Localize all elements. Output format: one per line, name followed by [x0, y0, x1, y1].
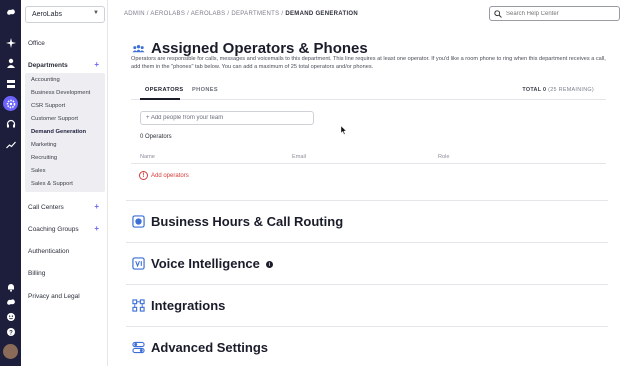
settings-sidebar: AeroLabs ▼ Office Departments + Accounti…	[21, 0, 108, 366]
operators-title: Assigned Operators & Phones	[151, 40, 368, 57]
person-icon[interactable]	[3, 55, 18, 70]
department-item[interactable]: Marketing	[25, 138, 105, 151]
total-label: TOTAL 0	[522, 87, 547, 93]
operators-tabs: OPERATORS PHONES TOTAL 0 (25 REMAINING)	[131, 84, 606, 100]
operators-count: 0 Operators	[140, 134, 172, 140]
column-email: Email	[292, 154, 306, 160]
section-title: Advanced Settings	[151, 340, 269, 355]
active-tab-indicator	[140, 98, 180, 100]
mouse-cursor-icon	[341, 126, 347, 135]
org-name: AeroLabs	[32, 11, 62, 18]
settings-gear-icon[interactable]	[3, 96, 18, 111]
department-item[interactable]: Customer Support	[25, 112, 105, 125]
column-name: Name	[140, 154, 155, 160]
tab-operators[interactable]: OPERATORS	[145, 87, 184, 93]
nav-item-privacy[interactable]: Privacy and Legal	[28, 293, 80, 300]
info-icon[interactable]: i	[265, 261, 273, 269]
chevron-down-icon: ▼	[93, 10, 99, 16]
app-icon-rail: ?	[0, 0, 21, 366]
section-voice-intelligence[interactable]: Voice Intelligence i	[126, 242, 608, 284]
add-people-input[interactable]	[140, 111, 314, 125]
section-integrations[interactable]: Integrations	[126, 284, 608, 326]
department-list: Accounting Business Development CSR Supp…	[25, 73, 105, 192]
nav-item-authentication[interactable]: Authentication	[28, 248, 69, 255]
help-icon[interactable]: ?	[3, 324, 18, 339]
section-business-hours[interactable]: Business Hours & Call Routing	[126, 200, 608, 242]
nav-item-office[interactable]: Office	[28, 40, 45, 47]
nav-item-departments[interactable]: Departments	[28, 62, 68, 69]
breadcrumb-trail[interactable]: ADMIN / AEROLABS / AEROLABS / DEPARTMENT…	[124, 11, 285, 17]
operators-description: Operators are responsible for calls, mes…	[131, 56, 606, 70]
svg-text:?: ?	[9, 330, 13, 336]
toggles-icon	[132, 341, 145, 354]
department-item[interactable]: Recruiting	[25, 151, 105, 164]
clock-icon	[132, 215, 145, 228]
dialpad-brand-icon[interactable]	[3, 294, 18, 309]
department-item[interactable]: Sales & Support	[25, 177, 105, 190]
bell-icon[interactable]	[3, 279, 18, 294]
operators-icon	[132, 42, 145, 55]
section-title: Business Hours & Call Routing	[151, 214, 344, 229]
breadcrumb: ADMIN / AEROLABS / AEROLABS / DEPARTMENT…	[124, 11, 358, 17]
integrations-icon	[132, 299, 145, 312]
add-department-plus-icon[interactable]: +	[94, 60, 99, 69]
add-call-center-plus-icon[interactable]: +	[94, 202, 99, 211]
column-role: Role	[438, 154, 450, 160]
breadcrumb-current: DEMAND GENERATION	[285, 11, 359, 17]
headset-icon[interactable]	[3, 116, 18, 131]
add-operators-link[interactable]: Add operators	[151, 173, 189, 179]
analytics-icon[interactable]	[3, 137, 18, 152]
org-selector[interactable]: AeroLabs ▼	[25, 6, 105, 23]
dialpad-logo-icon[interactable]	[3, 4, 18, 19]
department-item[interactable]: Sales	[25, 164, 105, 177]
alert-icon: !	[139, 171, 148, 180]
section-title: Voice Intelligence i	[151, 256, 273, 271]
operators-table-header: Name Email Role	[140, 154, 600, 162]
section-title: Integrations	[151, 298, 226, 313]
nav-item-billing[interactable]: Billing	[28, 270, 45, 277]
department-item[interactable]: Business Development	[25, 86, 105, 99]
add-coaching-group-plus-icon[interactable]: +	[94, 224, 99, 233]
section-title-text: Voice Intelligence	[151, 256, 260, 271]
user-avatar[interactable]	[3, 344, 18, 359]
nav-item-call-centers[interactable]: Call Centers	[28, 204, 64, 211]
office-icon[interactable]	[3, 76, 18, 91]
add-operators-warning[interactable]: ! Add operators	[139, 171, 189, 180]
remaining-label: (25 REMAINING)	[548, 87, 594, 93]
department-item[interactable]: Accounting	[25, 73, 105, 86]
search-icon	[494, 9, 502, 18]
sparkle-icon[interactable]	[3, 35, 18, 50]
department-item-active[interactable]: Demand Generation	[25, 125, 105, 138]
department-item[interactable]: CSR Support	[25, 99, 105, 112]
search-input[interactable]	[506, 10, 616, 17]
help-search[interactable]	[489, 6, 620, 21]
nav-item-coaching-groups[interactable]: Coaching Groups	[28, 226, 79, 233]
voice-intelligence-icon	[132, 257, 145, 270]
tab-phones[interactable]: PHONES	[192, 87, 218, 93]
section-advanced-settings[interactable]: Advanced Settings	[126, 326, 608, 366]
table-divider	[131, 163, 606, 164]
status-face-icon[interactable]	[3, 309, 18, 324]
total-counter: TOTAL 0 (25 REMAINING)	[522, 87, 594, 93]
